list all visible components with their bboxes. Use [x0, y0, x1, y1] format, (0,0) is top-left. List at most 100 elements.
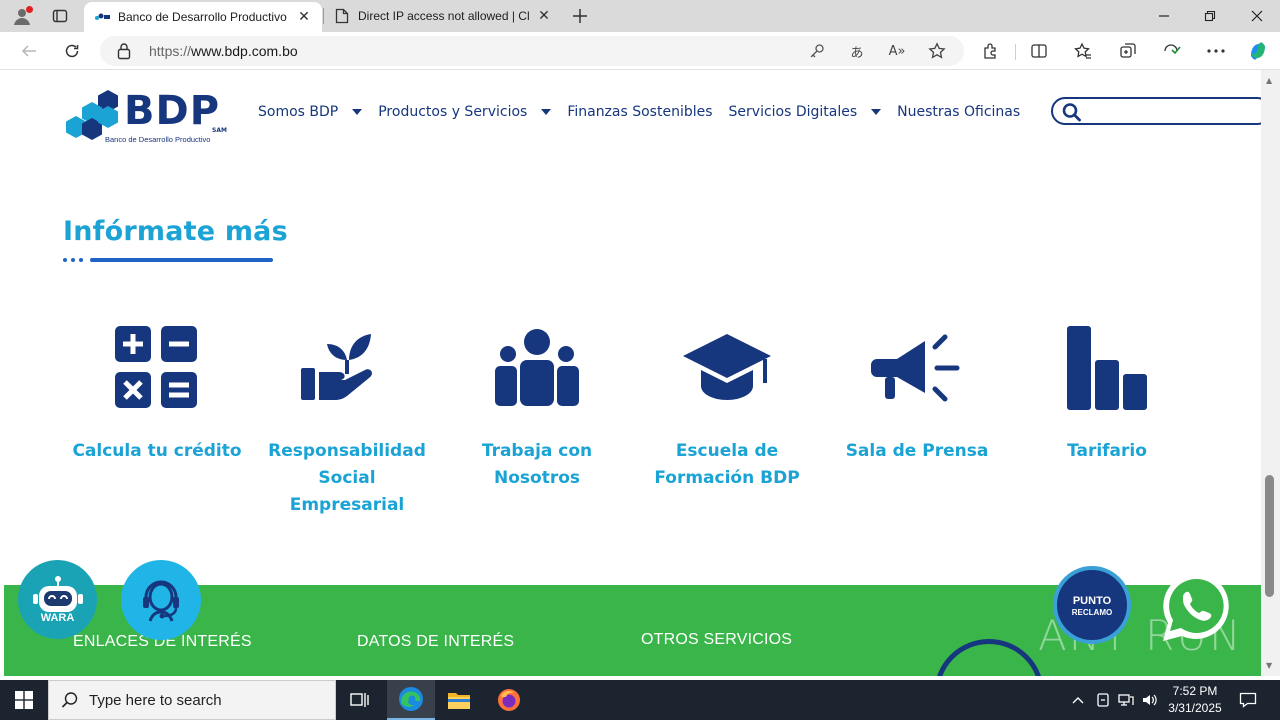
network-tray-icon[interactable]: [1115, 680, 1137, 720]
taskbar-edge-app[interactable]: [387, 680, 435, 720]
collections-icon[interactable]: [1115, 39, 1141, 63]
minimize-button[interactable]: [1141, 0, 1187, 32]
caret-down-icon: [871, 109, 882, 115]
close-tab-icon[interactable]: ✕: [296, 9, 312, 25]
tray-overflow-icon[interactable]: [1068, 680, 1088, 720]
page-viewport: BDP SAM Banco de Desarrollo Productivo S…: [4, 70, 1261, 676]
task-view-button[interactable]: [336, 680, 384, 720]
card-tarifario[interactable]: Tarifario: [1022, 320, 1192, 465]
url-text[interactable]: https://www.bdp.com.bo: [149, 43, 298, 59]
card-responsabilidad-social[interactable]: Responsabilidad Social Empresarial: [262, 320, 432, 519]
footer-heading-datos: DATOS DE INTERÉS: [357, 633, 515, 650]
edge-browser-icon: [399, 687, 423, 711]
taskbar-firefox-app[interactable]: [485, 680, 533, 720]
tab-bdp[interactable]: Banco de Desarrollo Productivo - ✕: [84, 2, 322, 32]
nav-nuestras-oficinas[interactable]: Nuestras Oficinas: [897, 104, 1020, 120]
volume-tray-icon[interactable]: [1139, 680, 1161, 720]
tab-cloudflare[interactable]: Direct IP access not allowed | Clo ✕: [324, 0, 562, 32]
back-button[interactable]: [16, 39, 42, 63]
extensions-icon[interactable]: [978, 39, 1004, 63]
nav-somos-bdp[interactable]: Somos BDP: [258, 104, 363, 120]
taskbar-search-box[interactable]: Type here to search: [48, 680, 336, 720]
minimize-icon: [1159, 15, 1169, 17]
nav-label: Nuestras Oficinas: [897, 104, 1021, 120]
taskbar-file-explorer-app[interactable]: [435, 680, 483, 720]
card-label: Trabaja con Nosotros: [481, 441, 593, 488]
browser-essentials-icon[interactable]: [1159, 39, 1185, 63]
lock-icon[interactable]: [116, 42, 134, 60]
headset-agent-icon: [143, 580, 179, 622]
section-title: Infórmate más: [63, 216, 288, 247]
scroll-up-arrow-icon[interactable]: ▲: [1266, 76, 1272, 85]
nav-label: Servicios Digitales: [728, 104, 858, 120]
card-label: Escuela de Formación BDP: [654, 441, 800, 488]
punto-reclamo-button[interactable]: PUNTO RECLAMO: [1053, 566, 1131, 644]
key-icon[interactable]: [806, 41, 828, 61]
card-calcula-credito[interactable]: Calcula tu crédito: [72, 320, 242, 465]
back-arrow-icon: [21, 45, 36, 57]
refresh-button[interactable]: [59, 39, 85, 63]
clock-date: 3/31/2025: [1168, 701, 1222, 715]
main-navigation: Somos BDP Productos y Servicios Finanzas…: [258, 102, 1036, 122]
megaphone-icon: [867, 320, 967, 416]
nav-servicios-digitales[interactable]: Servicios Digitales: [729, 104, 882, 120]
card-trabaja-nosotros[interactable]: Trabaja con Nosotros: [452, 320, 622, 492]
taskbar-clock[interactable]: 7:52 PM 3/31/2025: [1160, 683, 1230, 717]
profile-button[interactable]: [8, 4, 36, 28]
card-label: Tarifario: [1067, 441, 1147, 461]
refresh-icon: [65, 44, 79, 58]
bdp-favicon-icon: [94, 9, 110, 25]
split-screen-icon[interactable]: [1026, 39, 1052, 63]
tab-title: Direct IP access not allowed | Clo: [358, 9, 530, 23]
close-tab-icon[interactable]: ✕: [536, 8, 552, 24]
nav-productos-servicios[interactable]: Productos y Servicios: [378, 104, 552, 120]
settings-more-icon[interactable]: [1203, 39, 1229, 63]
nav-finanzas-sostenibles[interactable]: Finanzas Sostenibles: [567, 104, 712, 120]
whatsapp-button[interactable]: [1156, 567, 1236, 647]
search-icon: [61, 692, 78, 708]
reclamo-label-line1: PUNTO: [1072, 594, 1112, 607]
site-search-input[interactable]: [1087, 102, 1257, 120]
card-escuela-formacion[interactable]: Escuela de Formación BDP: [642, 320, 812, 492]
folder-icon: [448, 693, 470, 709]
card-label: Responsabilidad Social Empresarial: [268, 441, 426, 515]
card-label: Calcula tu crédito: [72, 441, 242, 461]
translate-icon[interactable]: あ: [846, 41, 868, 61]
card-label: Sala de Prensa: [845, 441, 989, 461]
favorite-star-icon[interactable]: [926, 41, 948, 61]
clock-time: 7:52 PM: [1172, 684, 1218, 698]
plus-icon: [573, 9, 587, 23]
notification-dot: [26, 6, 33, 13]
address-bar[interactable]: https://www.bdp.com.bo あ A»: [100, 36, 964, 66]
copilot-icon[interactable]: [1245, 39, 1271, 63]
favorites-icon[interactable]: [1070, 39, 1096, 63]
close-window-button[interactable]: [1234, 0, 1280, 32]
caret-down-icon: [352, 109, 363, 115]
firefox-icon: [498, 689, 520, 711]
start-button[interactable]: [0, 680, 48, 720]
card-sala-prensa[interactable]: Sala de Prensa: [832, 320, 1002, 465]
windows-logo-icon: [15, 691, 33, 709]
scrollbar-thumb[interactable]: [1265, 475, 1274, 597]
notifications-button[interactable]: [1234, 680, 1262, 720]
whatsapp-icon: [1163, 573, 1229, 641]
page-favicon-icon: [334, 8, 350, 24]
search-icon[interactable]: [1061, 102, 1083, 122]
bdp-logo[interactable]: BDP SAM Banco de Desarrollo Productivo: [64, 88, 234, 148]
tab-actions-button[interactable]: [46, 4, 74, 28]
logo-brand-text: BDP: [124, 88, 221, 134]
security-tray-icon[interactable]: [1092, 680, 1114, 720]
support-agent-button[interactable]: [121, 560, 201, 640]
browser-toolbar: https://www.bdp.com.bo あ A»: [0, 32, 1280, 70]
page-scrollbar[interactable]: ▲ ▼: [1261, 70, 1280, 676]
wara-label: WARA: [40, 611, 75, 624]
new-tab-button[interactable]: [568, 4, 592, 28]
wara-chatbot-button[interactable]: WARA: [18, 560, 97, 639]
reclamo-label-line2: RECLAMO: [1071, 607, 1113, 617]
scroll-down-arrow-icon[interactable]: ▼: [1266, 661, 1272, 670]
site-search-box[interactable]: [1051, 97, 1261, 125]
restore-button[interactable]: [1187, 0, 1233, 32]
read-aloud-icon[interactable]: A»: [886, 41, 908, 61]
tab-actions-icon: [52, 9, 68, 23]
task-view-icon: [350, 693, 369, 707]
